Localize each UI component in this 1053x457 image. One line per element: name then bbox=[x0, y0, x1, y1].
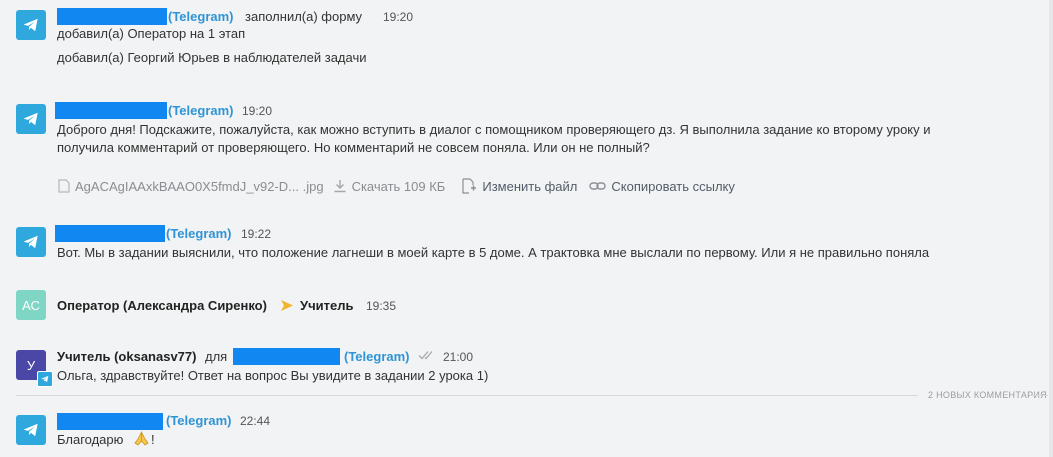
link-icon bbox=[589, 182, 607, 190]
edit-file-link[interactable]: Изменить файл bbox=[461, 178, 577, 194]
source-label[interactable]: (Telegram) bbox=[168, 9, 234, 24]
file-icon bbox=[58, 179, 70, 193]
source-label[interactable]: (Telegram) bbox=[166, 413, 232, 428]
telegram-badge bbox=[37, 371, 53, 387]
comment-time: 19:22 bbox=[241, 227, 272, 241]
pray-emoji-icon bbox=[134, 431, 149, 446]
system-line: добавил(а) Георгий Юрьев в наблюдателей … bbox=[57, 50, 367, 65]
telegram-icon bbox=[41, 375, 49, 383]
telegram-icon bbox=[23, 18, 38, 32]
telegram-avatar[interactable] bbox=[16, 415, 46, 445]
redacted-author[interactable] bbox=[55, 102, 167, 119]
comment-time: 22:44 bbox=[240, 414, 271, 428]
comment-time: 19:35 bbox=[366, 299, 397, 313]
comment-time: 19:20 bbox=[383, 10, 414, 24]
copy-link-label: Скопировать ссылку bbox=[611, 178, 735, 194]
arrow-right-icon bbox=[281, 300, 293, 311]
message-text: Ольга, здравствуйте! Ответ на вопрос Вы … bbox=[57, 368, 489, 383]
attachment-filename: AgACAgIAAxkBAAO0X5fmdJ_v92-D... .jpg bbox=[75, 178, 324, 194]
message-text-line: Доброго дня! Подскажите, пожалуйста, как… bbox=[57, 122, 931, 137]
avatar[interactable]: АС bbox=[16, 290, 46, 320]
scrollbar-track[interactable] bbox=[1049, 0, 1053, 457]
attachment-row: AgACAgIAAxkBAAO0X5fmdJ_v92-D... .jpg Ска… bbox=[58, 178, 735, 194]
source-label[interactable]: (Telegram) bbox=[168, 103, 234, 118]
divider-line bbox=[1030, 395, 1048, 396]
system-line: добавил(а) Оператор на 1 этап bbox=[57, 26, 246, 41]
telegram-icon bbox=[23, 112, 38, 126]
telegram-avatar[interactable] bbox=[16, 10, 46, 40]
author-name[interactable]: Оператор (Александра Сиренко) bbox=[57, 298, 267, 313]
divider-line bbox=[16, 395, 918, 396]
telegram-icon bbox=[23, 235, 38, 249]
download-icon bbox=[334, 180, 346, 193]
attachment-link[interactable]: AgACAgIAAxkBAAO0X5fmdJ_v92-D... .jpg bbox=[58, 179, 324, 194]
comment-time: 19:20 bbox=[242, 104, 273, 118]
for-word: для bbox=[205, 349, 228, 364]
comment-action: заполнил(а) форму bbox=[245, 9, 363, 24]
telegram-icon bbox=[23, 423, 38, 437]
source-label[interactable]: (Telegram) bbox=[166, 226, 232, 241]
copy-link-button[interactable]: Скопировать ссылку bbox=[589, 179, 735, 194]
edit-file-label: Изменить файл bbox=[482, 178, 578, 194]
redacted-author[interactable] bbox=[57, 8, 167, 25]
message-text: Благодарю bbox=[57, 432, 124, 447]
download-label: Скачать 109 КБ bbox=[351, 178, 446, 194]
redacted-recipient[interactable] bbox=[233, 348, 340, 365]
message-text-line: получила комментарий от проверяющего. Но… bbox=[57, 140, 650, 155]
recipient-name[interactable]: Учитель bbox=[300, 298, 353, 313]
telegram-avatar[interactable] bbox=[16, 104, 46, 134]
message-text-end: ! bbox=[151, 432, 155, 447]
redacted-author[interactable] bbox=[57, 413, 163, 430]
telegram-avatar[interactable] bbox=[16, 227, 46, 257]
source-label[interactable]: (Telegram) bbox=[344, 349, 410, 364]
double-check-icon bbox=[418, 351, 433, 360]
download-link[interactable]: Скачать 109 КБ bbox=[333, 178, 446, 194]
author-name[interactable]: Учитель (oksanasv77) bbox=[57, 349, 196, 364]
redacted-author[interactable] bbox=[55, 225, 165, 242]
message-text: Вот. Мы в задании выяснили, что положени… bbox=[57, 245, 930, 260]
comment-time: 21:00 bbox=[443, 350, 474, 364]
edit-file-icon bbox=[462, 178, 477, 194]
